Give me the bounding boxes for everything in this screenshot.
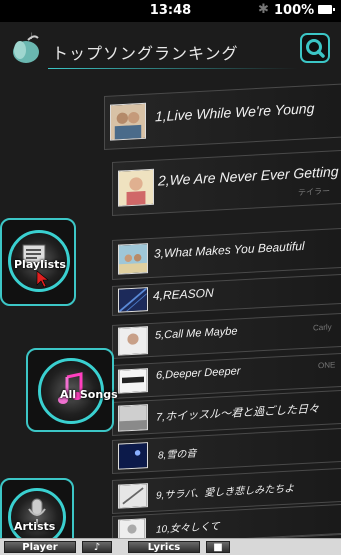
stop-icon: ■: [213, 542, 223, 553]
bottom-toolbar: Player ♪ Lyrics ■: [0, 538, 341, 555]
album-art: [118, 518, 146, 540]
music-note-small-icon: ♪: [93, 542, 101, 553]
svg-text:♩: ♩: [29, 32, 33, 42]
song-title: 7,ホイッスル〜君と過ごした日々: [156, 403, 320, 424]
song-title: 5,Call Me Maybe: [155, 325, 238, 342]
song-row-8[interactable]: 8,雪の音: [112, 427, 341, 474]
app-logo-icon: ♩: [13, 32, 39, 63]
song-row-2[interactable]: 2,We Are Never Ever Getting テイラー: [112, 149, 341, 216]
song-artist: ONE: [318, 360, 336, 371]
song-title: 9,サラバ、愛しき悲しみたちよ: [156, 483, 295, 502]
header: ♩ トップソングランキング: [0, 22, 341, 72]
playlists-button[interactable]: Playlists: [0, 218, 76, 306]
album-art: [118, 326, 148, 356]
search-button[interactable]: [300, 33, 330, 63]
player-tab-label: Player: [22, 542, 58, 553]
artists-label: Artists: [14, 520, 56, 533]
lyrics-tab[interactable]: Lyrics: [128, 541, 200, 553]
album-art: [118, 404, 148, 432]
battery-percentage: 100%: [274, 3, 315, 18]
status-bar: 13:48 ✱ 100%: [0, 0, 341, 22]
song-list: 1,Live While We're Young 2,We Are Never …: [0, 80, 341, 540]
song-title: 1,Live While We're Young: [155, 99, 315, 125]
cursor-arrow-icon: [36, 270, 49, 288]
lyrics-tab-label: Lyrics: [147, 542, 181, 553]
song-title: 2,We Are Never Ever Getting: [158, 163, 339, 189]
stop-tab[interactable]: ■: [206, 541, 230, 553]
song-row-1[interactable]: 1,Live While We're Young: [104, 83, 341, 150]
song-title: 8,雪の音: [158, 448, 197, 462]
song-artist: Carly: [313, 322, 332, 333]
bluetooth-icon: ✱: [258, 2, 269, 17]
song-row-3[interactable]: 3,What Makes You Beautiful: [112, 227, 341, 280]
album-art: [118, 368, 148, 394]
song-artist: テイラー: [298, 186, 330, 198]
all-songs-label: All Songs: [60, 388, 118, 401]
album-art: [118, 442, 148, 470]
album-art: [118, 168, 154, 207]
player-tab[interactable]: Player: [4, 541, 76, 553]
page-title: トップソングランキング: [52, 44, 239, 63]
header-divider: [48, 68, 298, 69]
song-title: 6,Deeper Deeper: [156, 365, 241, 382]
all-songs-button[interactable]: All Songs: [26, 348, 118, 432]
song-row-4[interactable]: 4,REASON: [112, 273, 341, 316]
song-row-5[interactable]: 5,Call Me Maybe Carly: [112, 312, 341, 359]
battery-icon: [318, 5, 335, 14]
song-title: 4,REASON: [153, 285, 214, 303]
album-art: [118, 243, 148, 275]
album-art: [118, 287, 148, 313]
song-title: 3,What Makes You Beautiful: [154, 238, 305, 261]
song-title: 10,女々しくて: [156, 521, 220, 536]
search-icon: [306, 39, 325, 58]
album-art: [118, 483, 148, 509]
shuffle-tab[interactable]: ♪: [82, 541, 112, 553]
album-art: [110, 102, 146, 141]
